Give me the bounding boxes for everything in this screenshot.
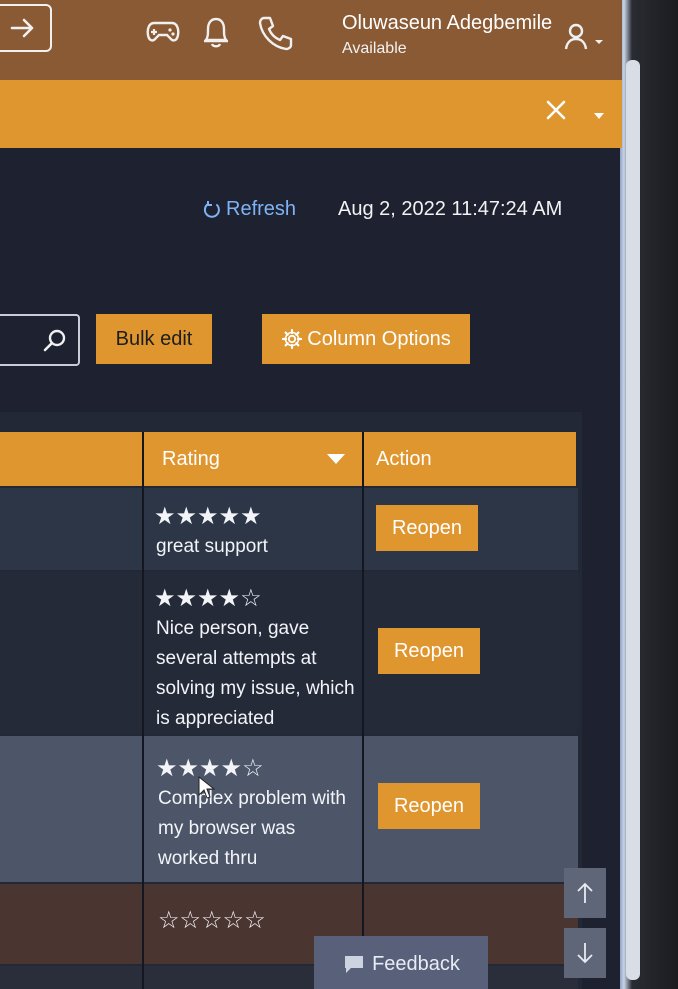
user-status: Available [342,40,407,57]
rating-comment: great support [156,536,268,557]
scroll-up-button[interactable] [564,868,606,918]
chevron-down-icon[interactable] [592,108,606,126]
expand-button[interactable] [0,4,52,52]
rating-stars: ★★★★★ [154,503,262,530]
table-row[interactable] [0,966,578,989]
column-header-action[interactable]: Action [364,432,576,486]
gamepad-icon[interactable] [146,20,180,49]
last-updated-timestamp: Aug 2, 2022 11:47:24 AM [338,198,563,220]
column-header-rating[interactable]: Rating [144,432,362,486]
sort-down-icon[interactable] [326,453,346,465]
refresh-icon [203,200,220,218]
search-input[interactable] [0,314,80,366]
arrow-right-icon [10,18,34,38]
rating-comment: Nice person, gave several attempts at so… [156,618,355,729]
reopen-button[interactable]: Reopen [376,505,478,551]
notification-banner [0,80,622,148]
user-menu[interactable] [562,22,606,57]
column-options-label: Column Options [307,327,451,350]
bell-icon[interactable] [200,14,232,55]
column-header-rating-label: Rating [162,447,220,470]
phone-icon[interactable] [256,14,296,57]
top-bar: Oluwaseun Adegbemile Available [0,0,622,80]
bulk-edit-button[interactable]: Bulk edit [96,314,212,364]
user-name: Oluwaseun Adegbemile [342,12,553,34]
close-icon[interactable] [544,98,568,127]
page-scrollbar[interactable] [626,60,640,980]
rating-stars: ★★★★☆ [154,585,262,612]
column-options-button[interactable]: Column Options [262,314,470,364]
refresh-label: Refresh [226,198,297,220]
mouse-cursor-icon [198,775,216,805]
rating-stars: ☆☆☆☆☆ [158,907,266,934]
arrow-down-icon [577,943,593,964]
feedback-button[interactable]: Feedback [314,936,488,989]
reopen-button[interactable]: Reopen [378,783,480,829]
user-icon [564,23,603,50]
column-header-hidden[interactable] [0,432,142,486]
column-divider [362,432,364,989]
scroll-down-button[interactable] [564,928,606,978]
chat-icon [345,956,364,973]
search-icon[interactable] [42,328,68,359]
table-row[interactable] [0,884,578,964]
column-divider [142,432,144,989]
refresh-link[interactable]: Refresh [202,198,296,221]
gear-icon [282,328,303,350]
feedback-label: Feedback [372,952,460,975]
rating-comment: Complex problem with my browser was work… [158,788,346,869]
reopen-button[interactable]: Reopen [378,628,480,674]
arrow-up-icon [577,882,593,903]
